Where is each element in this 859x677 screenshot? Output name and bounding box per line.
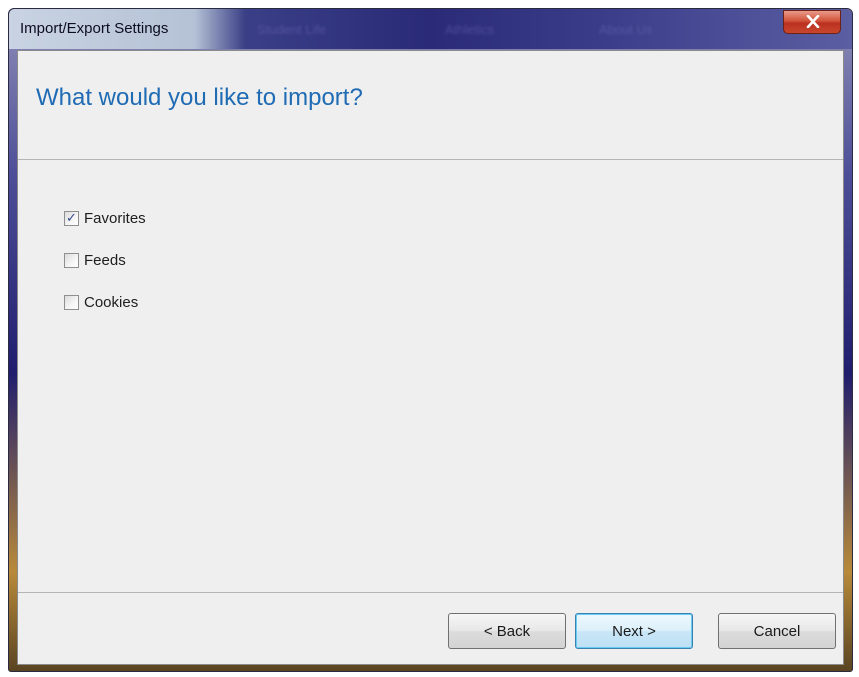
option-favorites[interactable]: ✓ Favorites: [64, 208, 146, 228]
next-button[interactable]: Next >: [575, 613, 693, 649]
import-options-list: ✓ Favorites Feeds Cookies: [64, 208, 146, 334]
import-export-dialog: Import/Export Settings Student Life Athl…: [8, 8, 853, 672]
background-tab-ghost: About Us: [599, 22, 653, 37]
close-button[interactable]: [783, 10, 841, 34]
dialog-content: What would you like to import? ✓ Favorit…: [17, 50, 844, 665]
footer-divider: [18, 592, 843, 593]
cancel-button[interactable]: Cancel: [718, 613, 836, 649]
favorites-label[interactable]: Favorites: [84, 210, 146, 227]
cookies-checkbox[interactable]: [64, 294, 79, 310]
background-tab-ghost: Athletics: [445, 22, 495, 37]
option-cookies[interactable]: Cookies: [64, 292, 146, 312]
feeds-label[interactable]: Feeds: [84, 252, 126, 269]
close-icon: [806, 15, 820, 28]
cookies-label[interactable]: Cookies: [84, 294, 138, 311]
favorites-checkbox[interactable]: ✓: [64, 210, 79, 226]
background-tab-ghost: Student Life: [257, 22, 327, 37]
window-title: Import/Export Settings: [20, 20, 169, 37]
title-bar[interactable]: Import/Export Settings Student Life Athl…: [9, 9, 852, 49]
page-heading: What would you like to import?: [36, 84, 363, 111]
feeds-checkbox[interactable]: [64, 252, 79, 268]
option-feeds[interactable]: Feeds: [64, 250, 146, 270]
header-panel: What would you like to import?: [18, 51, 843, 160]
back-button[interactable]: < Back: [448, 613, 566, 649]
checkmark-icon: ✓: [66, 210, 77, 226]
